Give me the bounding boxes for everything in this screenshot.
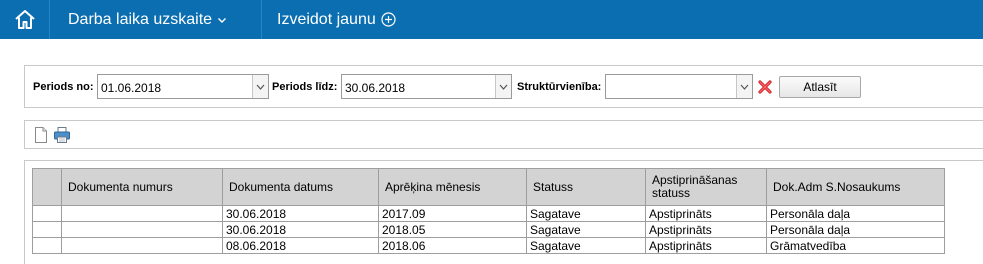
home-button[interactable] [0,0,50,39]
table-header-row: Dokumenta numurs Dokumenta datums Aprēķi… [32,168,945,206]
column-header-document-date[interactable]: Dokumenta datums [222,168,379,206]
cell-document-date: 08.06.2018 [222,237,379,254]
clear-icon[interactable] [757,79,773,95]
top-navigation-bar: Darba laika uzskaite Izveidot jaunu [0,0,983,39]
column-header-document-number[interactable]: Dokumenta numurs [61,168,223,206]
column-header-department-name[interactable]: Dok.Adm S.Nosaukums [766,168,945,206]
column-header-approval-status[interactable]: Apstiprināšanas statuss [645,168,767,206]
period-to-value: 30.06.2018 [345,81,406,95]
chevron-down-icon [218,17,227,23]
chevron-down-icon [256,84,265,90]
cell-calculation-month: 2017.09 [378,205,527,222]
cell-approval-status: Apstiprināts [645,205,767,222]
menu-darba-laika-uzskaite[interactable]: Darba laika uzskaite [50,0,262,39]
toolbar [24,120,983,149]
new-document-icon[interactable] [32,126,50,144]
documents-table-panel: Dokumenta numurs Dokumenta datums Aprēķi… [24,160,983,264]
home-icon [14,10,35,29]
cell-document-date: 30.06.2018 [222,205,379,222]
cell-document-number [61,237,223,254]
cell-department-name: Grāmatvedība [766,237,945,254]
cell-approval-status: Apstiprināts [645,221,767,238]
dropdown-arrow[interactable] [495,75,511,98]
print-icon[interactable] [53,126,71,144]
filter-panel: Periods no: 01.06.2018 Periods līdz: 30.… [24,65,983,108]
cell-document-date: 30.06.2018 [222,221,379,238]
cell-status: Sagatave [526,221,646,238]
period-to-select[interactable]: 30.06.2018 [341,74,512,99]
unit-select[interactable] [605,74,753,99]
cell-status: Sagatave [526,237,646,254]
cell-document-number [61,221,223,238]
cell-calculation-month: 2018.05 [378,221,527,238]
menu-label: Darba laika uzskaite [68,10,213,28]
chevron-down-icon [740,84,749,90]
period-from-value: 01.06.2018 [101,81,162,95]
create-new-link[interactable]: Izveidot jaunu [262,0,396,39]
table-row[interactable]: 30.06.2018 2018.05 Sagatave Apstiprināts… [32,221,945,238]
unit-label: Struktūrvienība: [517,81,602,93]
row-selector[interactable] [32,237,62,254]
create-label: Izveidot jaunu [277,10,376,28]
cell-approval-status: Apstiprināts [645,237,767,254]
cell-status: Sagatave [526,205,646,222]
period-to-label: Periods līdz: [272,81,338,93]
documents-table: Dokumenta numurs Dokumenta datums Aprēķi… [32,168,945,254]
chevron-down-icon [499,84,508,90]
table-row[interactable]: 30.06.2018 2017.09 Sagatave Apstiprināts… [32,205,945,222]
cell-department-name: Personāla daļa [766,205,945,222]
period-from-select[interactable]: 01.06.2018 [97,74,269,99]
row-selector[interactable] [32,205,62,222]
dropdown-arrow[interactable] [736,75,752,98]
column-header-select[interactable] [32,168,62,206]
column-header-status[interactable]: Statuss [526,168,646,206]
row-selector[interactable] [32,221,62,238]
table-row[interactable]: 08.06.2018 2018.06 Sagatave Apstiprināts… [32,237,945,254]
cell-department-name: Personāla daļa [766,221,945,238]
select-button[interactable]: Atlasīt [779,76,861,98]
period-from-label: Periods no: [33,81,94,93]
cell-calculation-month: 2018.06 [378,237,527,254]
plus-circle-icon [381,12,396,27]
dropdown-arrow[interactable] [252,75,268,98]
column-header-calculation-month[interactable]: Aprēķina mēnesis [378,168,527,206]
cell-document-number [61,205,223,222]
